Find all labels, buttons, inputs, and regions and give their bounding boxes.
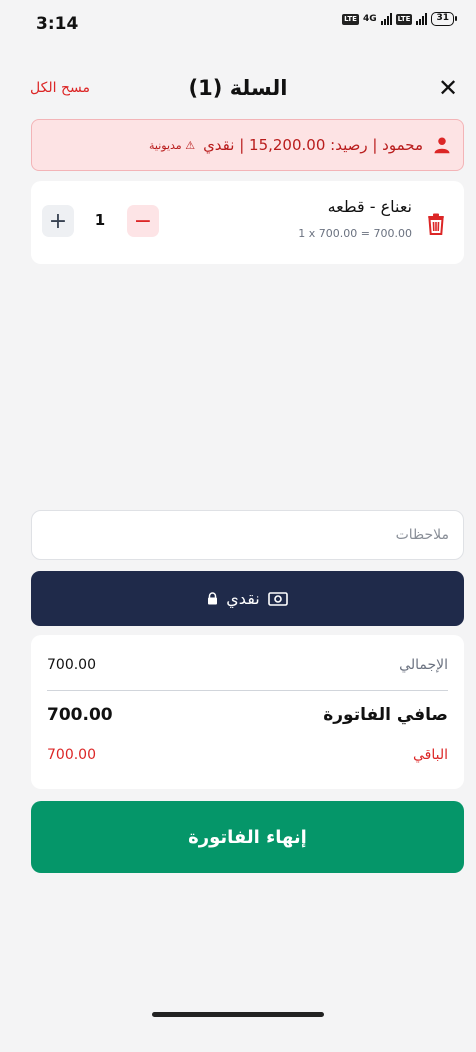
quantity-value: 1 <box>94 211 106 229</box>
remaining-label: الباقي <box>412 747 448 763</box>
net-row: صافي الفاتورة 700.00 <box>47 705 448 729</box>
status-time: 3:14 <box>36 14 79 34</box>
remaining-row: الباقي 700.00 <box>47 747 448 771</box>
item-name: نعناع - قطعه <box>327 197 412 216</box>
total-value: 700.00 <box>47 657 96 673</box>
close-icon[interactable]: ✕ <box>438 74 458 102</box>
cart-screen: 3:14 LTE 4G LTE 31 مسح الكل السلة (1) ✕ … <box>0 0 476 1052</box>
divider <box>47 690 448 691</box>
payment-method-button[interactable]: نقدي <box>31 571 464 626</box>
decrease-quantity-button[interactable]: − <box>127 205 159 237</box>
system-icons: LTE 4G LTE 31 <box>342 12 457 26</box>
total-row: الإجمالي 700.00 <box>47 657 448 681</box>
notes-input[interactable] <box>31 510 464 560</box>
cart-header: مسح الكل السلة (1) ✕ <box>0 70 476 110</box>
money-icon <box>267 591 288 606</box>
payment-label: نقدي <box>226 589 260 608</box>
trash-icon[interactable] <box>426 213 446 235</box>
finish-invoice-button[interactable]: إنهاء الفاتورة <box>31 801 464 873</box>
signal-icon <box>380 13 392 25</box>
net-label: صافي الفاتورة <box>323 705 448 725</box>
increase-quantity-button[interactable]: + <box>42 205 74 237</box>
debt-badge: ⚠ مديونية <box>149 138 196 152</box>
network-type: 4G <box>362 13 377 24</box>
customer-banner[interactable]: محمود | رصيد: 15,200.00 | نقدي ⚠ مديونية <box>31 119 464 171</box>
cart-item: نعناع - قطعه 1 x 700.00 = 700.00 + 1 − <box>31 181 464 264</box>
net-value: 700.00 <box>47 705 113 725</box>
person-icon <box>434 137 450 154</box>
status-bar: 3:14 LTE 4G LTE 31 <box>0 0 476 48</box>
customer-info: محمود | رصيد: 15,200.00 | نقدي <box>203 136 423 154</box>
total-label: الإجمالي <box>399 657 448 673</box>
lock-icon <box>208 592 218 605</box>
item-calc: 1 x 700.00 = 700.00 <box>298 227 412 240</box>
lte-icon: LTE <box>342 13 359 25</box>
signal-icon-2 <box>416 13 428 25</box>
page-title: السلة (1) <box>188 76 288 100</box>
remaining-value: 700.00 <box>47 747 96 763</box>
lte-icon-2: LTE <box>395 13 413 25</box>
battery-icon: 31 <box>431 12 457 26</box>
totals-card: الإجمالي 700.00 صافي الفاتورة 700.00 الب… <box>31 635 464 789</box>
home-indicator[interactable] <box>152 1012 324 1017</box>
